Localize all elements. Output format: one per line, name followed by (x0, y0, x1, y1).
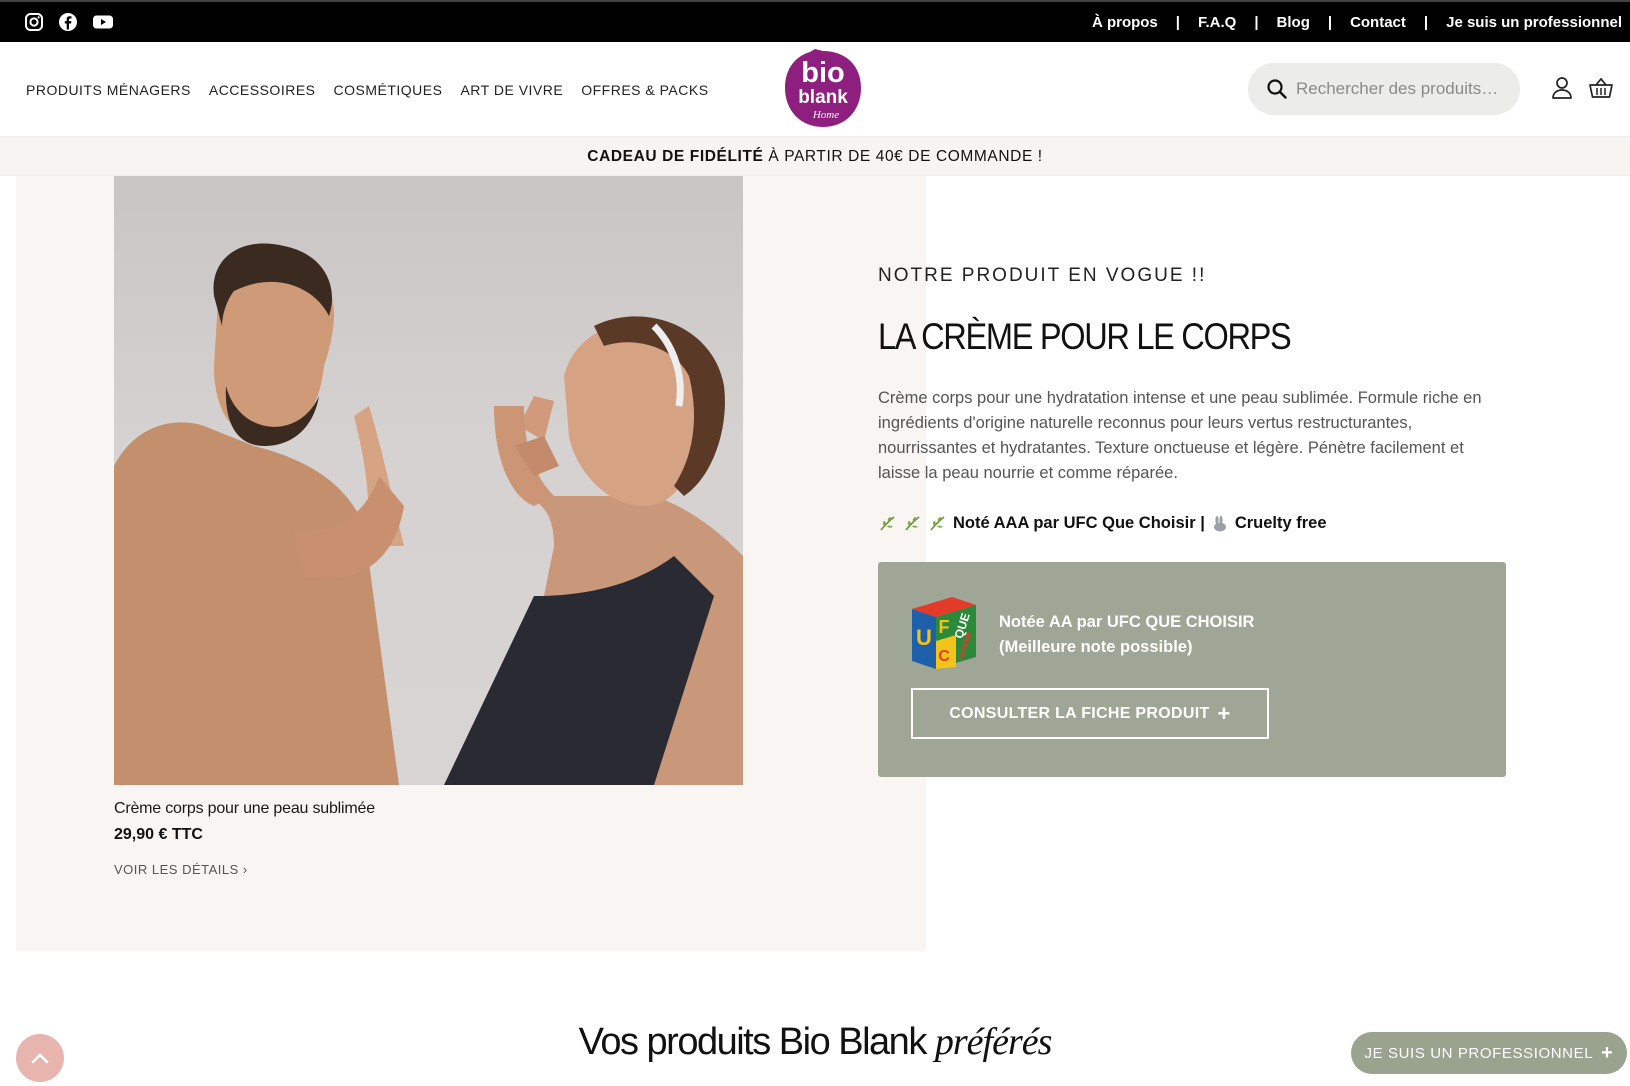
search-input[interactable] (1296, 73, 1506, 105)
separator: | (1254, 14, 1259, 31)
ufc-text: Notée AA par UFC QUE CHOISIR (Meilleure … (999, 610, 1254, 660)
facebook-icon[interactable] (58, 12, 78, 32)
svg-text:Home: Home (812, 109, 839, 121)
nav-accessoires[interactable]: ACCESSOIRES (209, 82, 316, 98)
product-image[interactable] (114, 176, 743, 785)
plus-icon: + (1217, 700, 1231, 726)
top-bar: À propos | F.A.Q | Blog | Contact | Je s… (0, 0, 1630, 42)
pro-button-label: JE SUIS UN PROFESSIONNEL (1364, 1044, 1594, 1062)
bio-blank-logo[interactable]: bio blank Home (782, 48, 864, 130)
chevron-up-icon (31, 1053, 49, 1064)
nav-produits-menagers[interactable]: PRODUITS MÉNAGERS (26, 82, 191, 98)
product-details-link[interactable]: VOIR LES DÉTAILS › (114, 862, 248, 877)
plus-icon: + (1601, 1041, 1614, 1064)
nav-art-de-vivre[interactable]: ART DE VIVRE (460, 82, 563, 98)
separator: | (1175, 14, 1180, 31)
nav-cosmetiques[interactable]: COSMÉTIQUES (334, 82, 443, 98)
promo-banner: CADEAU DE FIDÉLITÉ À PARTIR DE 40€ DE CO… (0, 136, 1630, 176)
link-blog[interactable]: Blog (1277, 14, 1310, 31)
svg-text:U: U (916, 625, 932, 650)
instagram-icon[interactable] (24, 12, 44, 32)
link-a-propos[interactable]: À propos (1092, 14, 1158, 31)
herb-icon (878, 514, 897, 533)
rating-text: Noté AAA par UFC Que Choisir | (953, 514, 1205, 532)
promo-text: À PARTIR DE 40€ DE COMMANDE ! (763, 148, 1043, 165)
user-account-icon[interactable] (1551, 76, 1573, 100)
search-icon[interactable] (1266, 78, 1288, 100)
consulter-fiche-produit-button[interactable]: CONSULTER LA FICHE PRODUIT + (911, 688, 1269, 739)
product-name[interactable]: Crème corps pour une peau sublimée (114, 800, 375, 818)
separator: | (1327, 14, 1333, 31)
ufc-que-choisir-logo: U F C QUE CHOISIR (910, 595, 978, 671)
separator: | (1423, 14, 1429, 31)
svg-text:F: F (939, 617, 950, 637)
cruelty-free-text: Cruelty free (1234, 514, 1327, 532)
ufc-line-2: (Meilleure note possible) (999, 638, 1193, 656)
feature-eyebrow: NOTRE PRODUIT EN VOGUE !! (878, 265, 1207, 286)
promo-bold: CADEAU DE FIDÉLITÉ (587, 148, 764, 165)
youtube-icon[interactable] (92, 12, 113, 32)
back-to-top-button[interactable] (16, 1034, 64, 1082)
herb-icon (903, 514, 922, 533)
nav-offres-packs[interactable]: OFFRES & PACKS (581, 82, 708, 98)
ufc-line-1: Notée AA par UFC QUE CHOISIR (999, 613, 1255, 631)
search-box[interactable] (1248, 63, 1520, 115)
consulter-fiche-label: CONSULTER LA FICHE PRODUIT (949, 704, 1210, 722)
link-professionnel[interactable]: Je suis un professionnel (1446, 14, 1622, 31)
svg-text:C: C (938, 648, 950, 665)
je-suis-professionnel-button[interactable]: JE SUIS UN PROFESSIONNEL + (1351, 1032, 1627, 1074)
rabbit-icon (1211, 515, 1229, 533)
main-header: PRODUITS MÉNAGERS ACCESSOIRES COSMÉTIQUE… (0, 42, 1630, 136)
main-nav: PRODUITS MÉNAGERS ACCESSOIRES COSMÉTIQUE… (26, 82, 709, 98)
svg-text:blank: blank (798, 87, 848, 108)
ufc-card: U F C QUE CHOISIR Notée AA par UFC QUE C… (878, 562, 1506, 777)
section-title-italic: préférés (934, 1021, 1053, 1063)
basket-icon[interactable] (1588, 76, 1614, 100)
svg-text:bio: bio (801, 57, 845, 89)
link-faq[interactable]: F.A.Q (1198, 14, 1236, 31)
link-contact[interactable]: Contact (1350, 14, 1406, 31)
feature-description: Crème corps pour une hydratation intense… (878, 389, 1482, 482)
section-title-regular: Vos produits Bio Blank (578, 1021, 935, 1063)
rating-line: Noté AAA par UFC Que Choisir | Cruelty f… (878, 514, 1327, 533)
feature-headline: LA CRÈME POUR LE CORPS (878, 316, 1292, 357)
top-links: À propos | F.A.Q | Blog | Contact | Je s… (1092, 14, 1622, 31)
herb-icon (928, 514, 947, 533)
product-price: 29,90 € TTC (114, 826, 203, 843)
social-links (24, 12, 113, 32)
